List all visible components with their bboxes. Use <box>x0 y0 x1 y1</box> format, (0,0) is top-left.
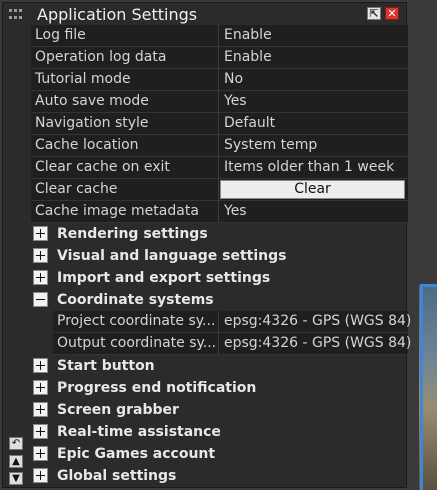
left-rail: ↶ ▲ ▼ <box>3 25 29 487</box>
setting-row-auto-save-mode[interactable]: Auto save mode Yes <box>31 91 408 113</box>
panel-titlebar[interactable]: Application Settings ⇱ ✕ <box>3 3 406 25</box>
setting-value[interactable]: Items older than 1 week <box>224 157 394 178</box>
setting-value[interactable]: Yes <box>224 91 247 112</box>
close-icon[interactable]: ✕ <box>385 7 399 20</box>
section-global-settings[interactable]: Global settings <box>31 465 408 487</box>
setting-row-clear-cache-on-exit[interactable]: Clear cache on exit Items older than 1 w… <box>31 157 408 179</box>
column-divider <box>218 201 219 222</box>
expand-plus-icon[interactable] <box>33 424 48 439</box>
setting-value[interactable]: epsg:4326 - GPS (WGS 84) <box>224 333 411 354</box>
section-import-and-export-settings[interactable]: Import and export settings <box>31 267 408 289</box>
setting-label: Cache image metadata <box>35 203 199 219</box>
column-divider <box>218 135 219 156</box>
column-divider <box>218 179 219 200</box>
expand-plus-icon[interactable] <box>33 248 48 263</box>
column-divider <box>218 47 219 68</box>
section-progress-end-notification[interactable]: Progress end notification <box>31 377 408 399</box>
column-divider <box>218 157 219 178</box>
column-divider <box>218 311 219 332</box>
column-divider <box>218 333 219 354</box>
expand-plus-icon[interactable] <box>33 358 48 373</box>
setting-value[interactable]: System temp <box>224 135 317 156</box>
setting-row-log-file[interactable]: Log file Enable <box>31 25 408 47</box>
section-screen-grabber[interactable]: Screen grabber <box>31 399 408 421</box>
setting-label: Output coordinate sy... <box>57 335 215 351</box>
section-label: Epic Games account <box>57 446 216 462</box>
setting-label: Cache location <box>35 137 139 153</box>
setting-row-cache-image-metadata[interactable]: Cache image metadata Yes <box>31 201 408 223</box>
undo-icon[interactable]: ↶ <box>9 437 23 450</box>
section-label: Screen grabber <box>57 402 179 418</box>
section-label: Visual and language settings <box>57 248 287 264</box>
setting-label: Clear cache on exit <box>35 159 170 175</box>
drag-grip-icon[interactable] <box>9 9 23 21</box>
setting-label: Auto save mode <box>35 93 149 109</box>
section-start-button[interactable]: Start button <box>31 355 408 377</box>
settings-panel: Application Settings ⇱ ✕ ↶ ▲ ▼ Log file … <box>2 2 411 488</box>
expand-plus-icon[interactable] <box>33 270 48 285</box>
section-label: Progress end notification <box>57 380 257 396</box>
setting-row-clear-cache: Clear cache Clear <box>31 179 408 201</box>
section-label: Start button <box>57 358 155 374</box>
setting-value[interactable]: Default <box>224 113 275 134</box>
column-divider <box>218 25 219 46</box>
setting-label: Log file <box>35 27 86 43</box>
section-real-time-assistance[interactable]: Real-time assistance <box>31 421 408 443</box>
section-label: Global settings <box>57 468 177 484</box>
panel-title: Application Settings <box>37 5 198 24</box>
setting-label: Navigation style <box>35 115 149 131</box>
section-label: Real-time assistance <box>57 424 221 440</box>
section-label: Rendering settings <box>57 226 208 242</box>
column-divider <box>218 113 219 134</box>
restore-icon[interactable]: ⇱ <box>367 7 381 20</box>
setting-value[interactable]: Yes <box>224 201 247 222</box>
expand-plus-icon[interactable] <box>33 380 48 395</box>
setting-label: Project coordinate sy... <box>57 313 215 329</box>
setting-label: Tutorial mode <box>35 71 131 87</box>
setting-row-operation-log-data[interactable]: Operation log data Enable <box>31 47 408 69</box>
setting-row-output-coordinate-system[interactable]: Output coordinate sy... epsg:4326 - GPS … <box>53 333 411 355</box>
setting-row-tutorial-mode[interactable]: Tutorial mode No <box>31 69 408 91</box>
setting-row-cache-location[interactable]: Cache location System temp <box>31 135 408 157</box>
setting-value[interactable]: epsg:4326 - GPS (WGS 84) <box>224 311 411 332</box>
column-divider <box>218 91 219 112</box>
expand-plus-icon[interactable] <box>33 226 48 241</box>
section-label: Coordinate systems <box>57 292 214 308</box>
clear-cache-button[interactable]: Clear <box>220 180 405 199</box>
setting-value[interactable]: No <box>224 69 243 90</box>
collapse-minus-icon[interactable] <box>33 292 48 307</box>
setting-row-project-coordinate-system[interactable]: Project coordinate sy... epsg:4326 - GPS… <box>53 311 411 333</box>
section-visual-and-language-settings[interactable]: Visual and language settings <box>31 245 408 267</box>
expand-plus-icon[interactable] <box>33 468 48 483</box>
section-epic-games-account[interactable]: Epic Games account <box>31 443 408 465</box>
column-divider <box>218 69 219 90</box>
section-rendering-settings[interactable]: Rendering settings <box>31 223 408 245</box>
setting-value[interactable]: Enable <box>224 47 272 68</box>
scroll-up-icon[interactable]: ▲ <box>9 455 23 468</box>
expand-plus-icon[interactable] <box>33 402 48 417</box>
setting-value[interactable]: Enable <box>224 25 272 46</box>
section-coordinate-systems[interactable]: Coordinate systems <box>31 289 408 311</box>
setting-label: Clear cache <box>35 181 118 197</box>
setting-label: Operation log data <box>35 49 167 65</box>
expand-plus-icon[interactable] <box>33 446 48 461</box>
scroll-down-icon[interactable]: ▼ <box>9 472 23 485</box>
section-label: Import and export settings <box>57 270 271 286</box>
setting-row-navigation-style[interactable]: Navigation style Default <box>31 113 408 135</box>
viewport-selection-border <box>420 284 437 490</box>
